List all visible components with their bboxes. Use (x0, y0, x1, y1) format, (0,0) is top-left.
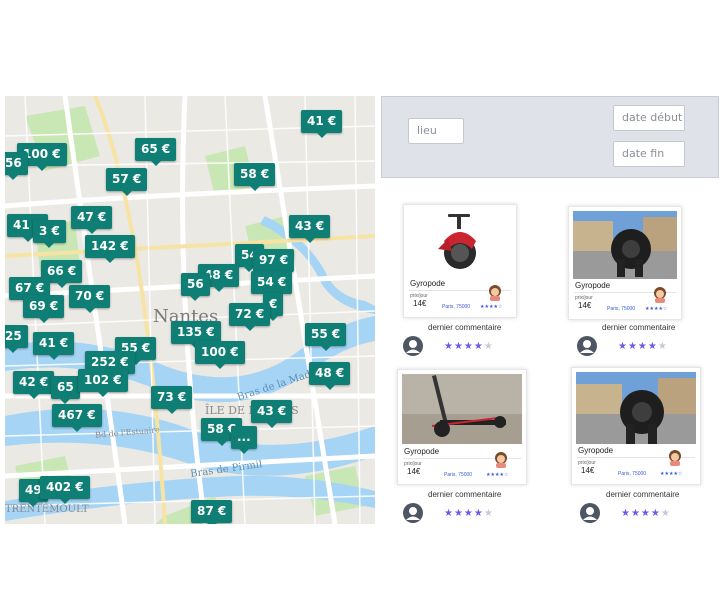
product-location: Paris, 75000 (618, 471, 647, 477)
mini-star-rating: ★★★★☆ (660, 471, 683, 477)
price-pin[interactable]: 47 € (71, 206, 113, 234)
date-fin-input[interactable]: date fin (613, 141, 685, 167)
product-location: Paris, 75000 (444, 472, 473, 478)
price-pin[interactable]: 87 € (191, 500, 233, 524)
price-pin[interactable]: 25 (5, 325, 28, 353)
latest-comment-label: dernier commentaire (602, 323, 676, 332)
price-pin[interactable]: 48 € (309, 362, 351, 390)
user-icon (403, 503, 423, 523)
price-pin[interactable]: 65 (51, 376, 80, 404)
mini-star-rating: ★★★★☆ (645, 306, 668, 312)
avatar-icon (669, 450, 681, 466)
star-rating: ★★★★★ (621, 508, 671, 519)
price-pin[interactable]: 56 (5, 152, 28, 180)
user-icon (577, 336, 597, 356)
price-pin[interactable]: 467 € (52, 404, 102, 432)
lieu-input[interactable]: lieu (408, 118, 464, 144)
latest-comment-label: dernier commentaire (428, 490, 502, 499)
price-pin[interactable]: 70 € (69, 285, 111, 313)
price-pin[interactable]: 55 € (305, 323, 347, 351)
price-pin[interactable]: 97 € (253, 249, 295, 277)
user-icon (403, 336, 423, 356)
price-pin[interactable]: 402 € (40, 476, 90, 504)
price-pin[interactable]: 69 € (23, 295, 65, 323)
avatar-icon (489, 285, 501, 301)
product-name: Gyropode (578, 446, 614, 455)
price-pin[interactable]: 54 € (251, 271, 293, 299)
price-pin[interactable]: 57 € (106, 168, 148, 196)
price-pin[interactable]: 42 € (13, 371, 55, 399)
product-name: Gyropode (575, 281, 611, 290)
product-photo (402, 374, 522, 444)
price-pin[interactable]: 56 (181, 273, 210, 301)
product-name: Gyropode (410, 279, 446, 288)
price-pin[interactable]: 58 € (234, 163, 276, 191)
price-pin[interactable]: 65 € (135, 138, 177, 166)
price-pin[interactable]: 43 € (289, 215, 331, 243)
product-photo (408, 209, 512, 277)
product-price: 14€ (407, 467, 421, 476)
price-pin[interactable]: 102 € (78, 369, 128, 397)
user-icon (580, 503, 600, 523)
price-pin[interactable]: ... (231, 426, 257, 454)
product-card[interactable]: Gyropode prix/jour 14€ Paris, 75000 ★★★★… (397, 369, 527, 485)
price-pin[interactable]: 100 € (195, 341, 245, 369)
product-price: 14€ (581, 466, 595, 475)
price-pin[interactable]: 72 € (229, 303, 271, 331)
price-pin[interactable]: 142 € (85, 235, 135, 263)
avatar-icon (495, 452, 507, 468)
price-pin[interactable]: 41 € (301, 110, 343, 138)
price-pin[interactable]: 43 € (251, 400, 293, 428)
product-card[interactable]: Gyropode prix/jour 14€ Paris, 75000 ★★★★… (571, 367, 701, 485)
product-price: 14€ (413, 299, 427, 308)
product-photo (573, 211, 677, 279)
product-name: Gyropode (404, 447, 440, 456)
product-price: 14€ (578, 301, 592, 310)
map-label-suburb: TRENTEMOULT (5, 504, 89, 515)
latest-comment-label: dernier commentaire (606, 490, 680, 499)
avatar-icon (654, 287, 666, 303)
price-pin[interactable]: 41 € (33, 332, 75, 360)
product-card[interactable]: Gyropode prix/jour 14€ Paris, 75000 ★★★★… (403, 204, 517, 318)
mini-star-rating: ★★★★☆ (480, 304, 503, 310)
date-debut-input[interactable]: date début (613, 105, 685, 131)
star-rating: ★★★★★ (618, 341, 668, 352)
map[interactable]: Nantes ÎLE DE NANTES TRENTEMOULT Bras de… (5, 96, 375, 524)
price-pin[interactable]: 73 € (151, 386, 193, 414)
product-location: Paris, 75000 (442, 304, 471, 310)
mini-star-rating: ★★★★☆ (486, 472, 509, 478)
filter-bar: lieu date début date fin (381, 96, 719, 178)
product-card[interactable]: Gyropode prix/jour 14€ Paris, 75000 ★★★★… (568, 206, 682, 320)
product-location: Paris, 75000 (607, 306, 636, 312)
star-rating: ★★★★★ (444, 341, 494, 352)
price-pin[interactable]: 3 € (33, 220, 66, 248)
product-photo (576, 372, 696, 444)
latest-comment-label: dernier commentaire (428, 323, 502, 332)
star-rating: ★★★★★ (444, 508, 494, 519)
